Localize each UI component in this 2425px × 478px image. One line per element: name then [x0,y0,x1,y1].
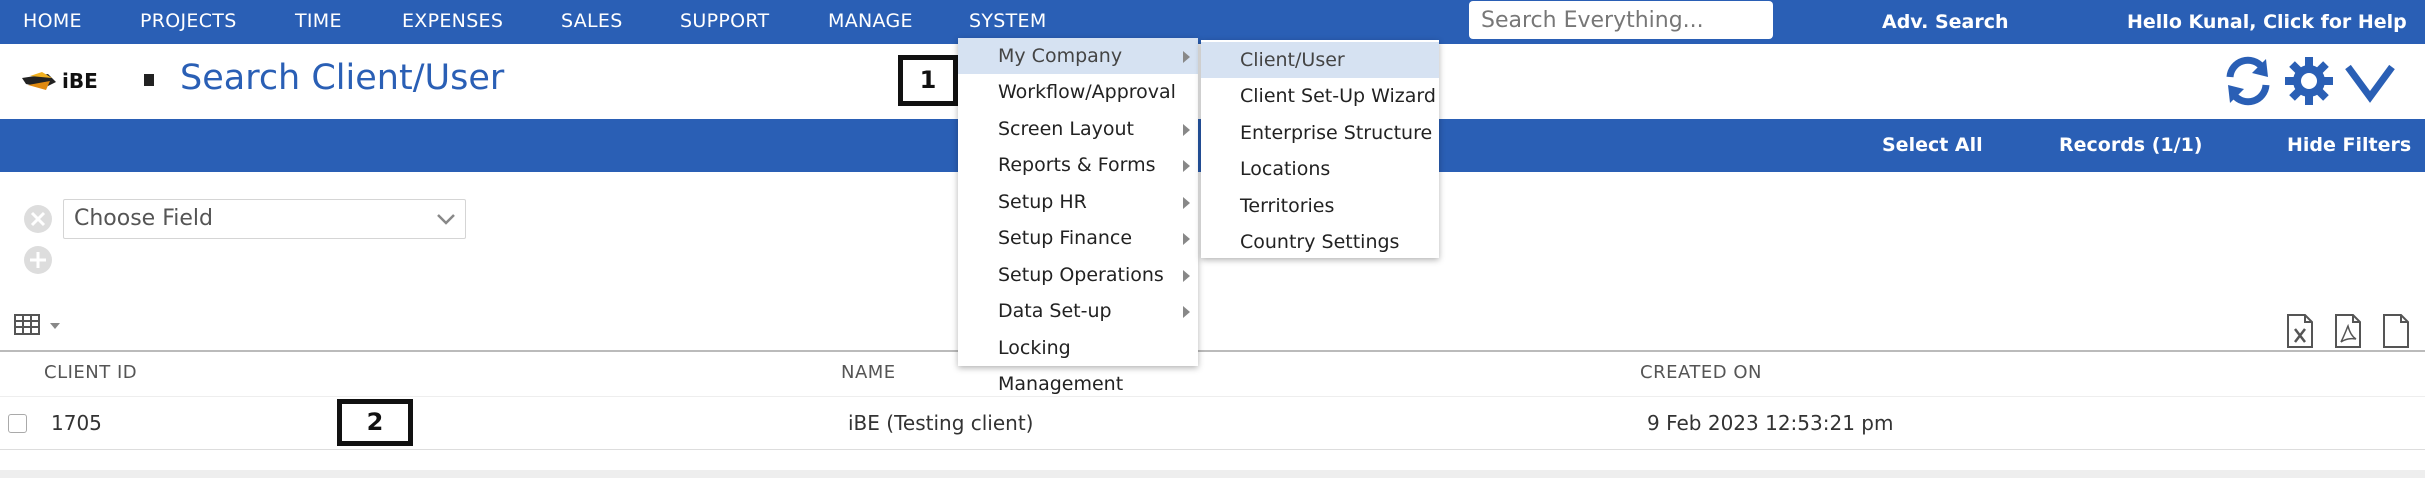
submenu-item-territories[interactable]: Territories [1201,188,1439,224]
menu-item-label: Locking Management [998,337,1124,395]
menu-item-label: Enterprise Structure [1240,122,1433,144]
menu-item-setup-finance[interactable]: Setup Finance [958,220,1198,256]
menu-item-setup-hr[interactable]: Setup HR [958,184,1198,220]
remove-filter-icon[interactable] [23,204,53,234]
menu-item-label: My Company [998,45,1123,67]
nav-support[interactable]: SUPPORT [680,0,769,44]
annotation-marker-2: 2 [337,399,413,446]
menu-item-screen-layout[interactable]: Screen Layout [958,111,1198,147]
menu-item-label: Locations [1240,158,1331,180]
menu-item-label: Reports & Forms [998,154,1156,176]
cell-client-id: 1705 [51,411,102,435]
my-company-submenu: Client/User Client Set-Up Wizard Enterpr… [1201,40,1439,258]
submenu-item-locations[interactable]: Locations [1201,151,1439,187]
logo-text: iBE [62,69,98,93]
submenu-arrow-icon [1183,270,1190,282]
submenu-item-client-setup-wizard[interactable]: Client Set-Up Wizard [1201,78,1439,114]
menu-item-reports-forms[interactable]: Reports & Forms [958,147,1198,183]
choose-field-label: Choose Field [74,206,213,231]
submenu-arrow-icon [1183,124,1190,136]
menu-item-label: Screen Layout [998,118,1134,140]
menu-item-label: Data Set-up [998,300,1112,322]
search-input[interactable] [1469,1,1773,39]
table-footer-bar [0,470,2425,478]
submenu-arrow-icon [1183,51,1190,63]
menu-item-label: Setup HR [998,191,1087,213]
adv-search-link[interactable]: Adv. Search [1882,0,2009,44]
nav-sales[interactable]: SALES [561,0,623,44]
records-count[interactable]: Records (1/1) [2059,119,2202,172]
grid-view-icon[interactable] [14,314,64,336]
nav-expenses[interactable]: EXPENSES [402,0,503,44]
nav-home[interactable]: HOME [23,0,82,44]
nav-manage[interactable]: MANAGE [828,0,913,44]
hide-filters-button[interactable]: Hide Filters [2287,119,2411,172]
document-export-icon[interactable] [2381,314,2411,348]
menu-item-workflow-approval[interactable]: Workflow/Approval [958,74,1198,110]
select-all-button[interactable]: Select All [1882,119,1983,172]
system-menu: My Company Workflow/Approval Screen Layo… [958,38,1198,395]
submenu-arrow-icon [1183,233,1190,245]
menu-item-setup-operations[interactable]: Setup Operations [958,257,1198,293]
cell-name: iBE (Testing client) [848,411,1034,435]
help-greeting-link[interactable]: Hello Kunal, Click for Help [2127,0,2407,44]
excel-export-icon[interactable] [2285,314,2315,348]
menu-item-label: Workflow/Approval [998,81,1176,103]
menu-item-label: Client/User [1240,49,1345,71]
submenu-item-country-settings[interactable]: Country Settings [1201,224,1439,260]
annotation-marker-1: 1 [898,55,958,106]
row-checkbox[interactable] [8,414,27,433]
submenu-arrow-icon [1183,160,1190,172]
menu-item-data-setup[interactable]: Data Set-up [958,293,1198,329]
pdf-export-icon[interactable] [2333,314,2363,348]
submenu-arrow-icon [1183,306,1190,318]
gear-icon[interactable] [2283,55,2335,107]
add-filter-icon[interactable] [23,245,53,275]
menu-item-label: Country Settings [1240,231,1400,253]
table-header: CLIENT ID NAME CREATED ON [0,350,2425,396]
cell-created-on: 9 Feb 2023 12:53:21 pm [1647,411,1894,435]
page-title: Search Client/User [180,58,505,98]
menu-item-label: Client Set-Up Wizard [1240,85,1436,107]
nav-projects[interactable]: PROJECTS [140,0,237,44]
submenu-arrow-icon [1183,197,1190,209]
submenu-item-enterprise-structure[interactable]: Enterprise Structure [1201,115,1439,151]
column-header-name[interactable]: NAME [841,362,896,383]
menu-item-label: Territories [1240,195,1335,217]
menu-item-label: Setup Finance [998,227,1133,249]
nav-time[interactable]: TIME [295,0,342,44]
top-nav: HOME PROJECTS TIME EXPENSES SALES SUPPOR… [0,0,2425,44]
chevron-down-icon [437,214,455,225]
column-header-created-on[interactable]: CREATED ON [1640,362,1762,383]
submenu-item-client-user[interactable]: Client/User [1201,42,1439,78]
refresh-icon[interactable] [2222,55,2274,107]
column-header-client-id[interactable]: CLIENT ID [44,362,137,383]
ibe-logo: iBE [22,69,154,93]
chevron-down-icon[interactable] [2344,55,2396,107]
menu-item-label: Setup Operations [998,264,1164,286]
menu-item-my-company[interactable]: My Company [958,38,1198,74]
menu-item-locking-management[interactable]: Locking Management [958,330,1198,395]
choose-field-select[interactable]: Choose Field [63,199,466,239]
